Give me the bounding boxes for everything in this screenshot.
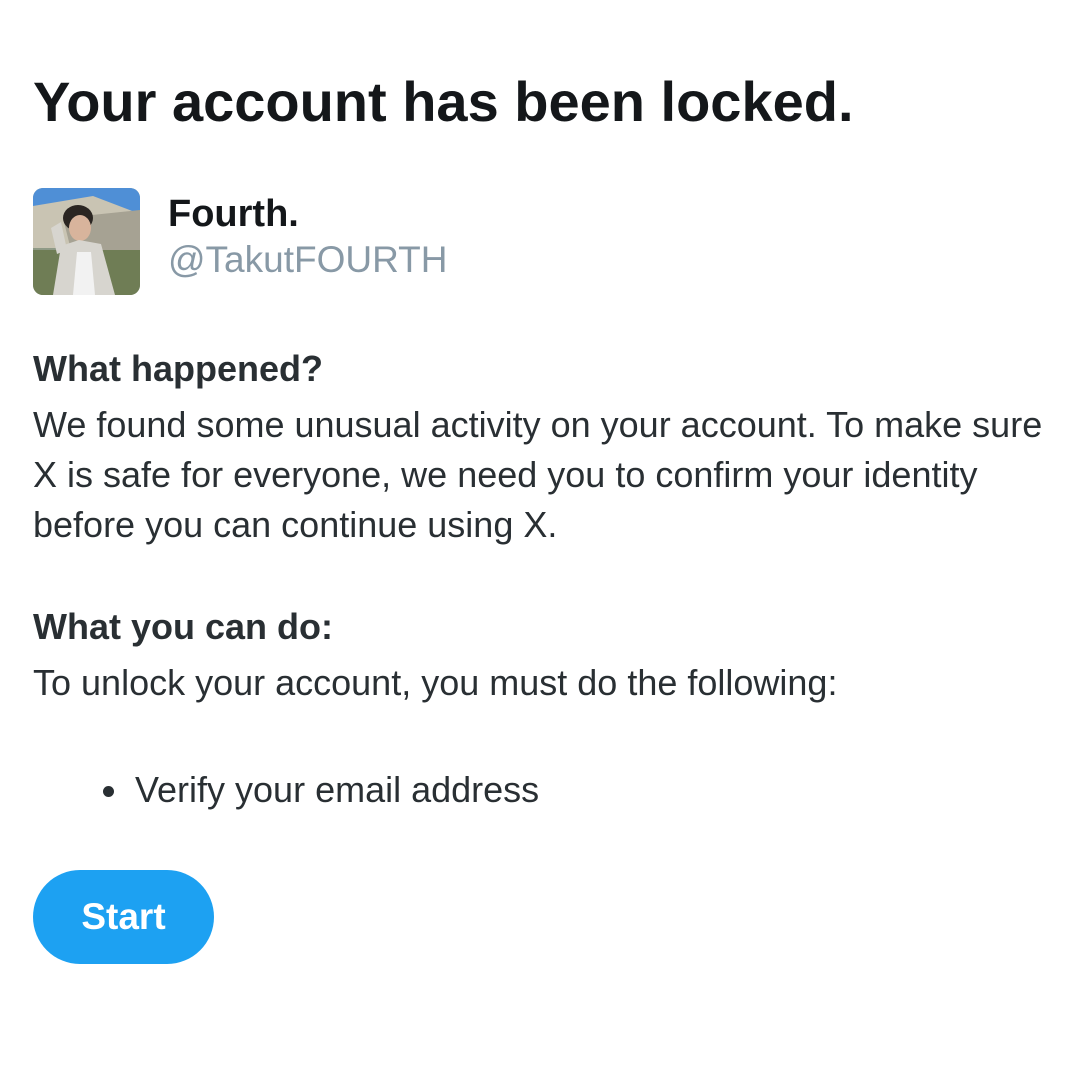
avatar-photo: [33, 188, 140, 295]
bullet-icon: [103, 786, 114, 797]
what-happened-text: We found some unusual activity on your a…: [33, 404, 1043, 545]
what-you-can-do-text: To unlock your account, you must do the …: [33, 662, 838, 703]
display-name: Fourth.: [168, 193, 299, 235]
list-item: Verify your email address: [33, 765, 539, 815]
what-happened-heading: What happened?: [33, 348, 323, 389]
unlock-steps-list: Verify your email address: [33, 765, 539, 815]
account-profile: Fourth. @TakutFOURTH: [33, 187, 733, 297]
what-you-can-do-heading: What you can do:: [33, 606, 333, 647]
step-verify-email: Verify your email address: [135, 769, 540, 810]
avatar: [33, 188, 140, 295]
page-title: Your account has been locked.: [33, 70, 854, 133]
user-handle: @TakutFOURTH: [168, 239, 448, 280]
start-button[interactable]: Start: [33, 870, 214, 964]
